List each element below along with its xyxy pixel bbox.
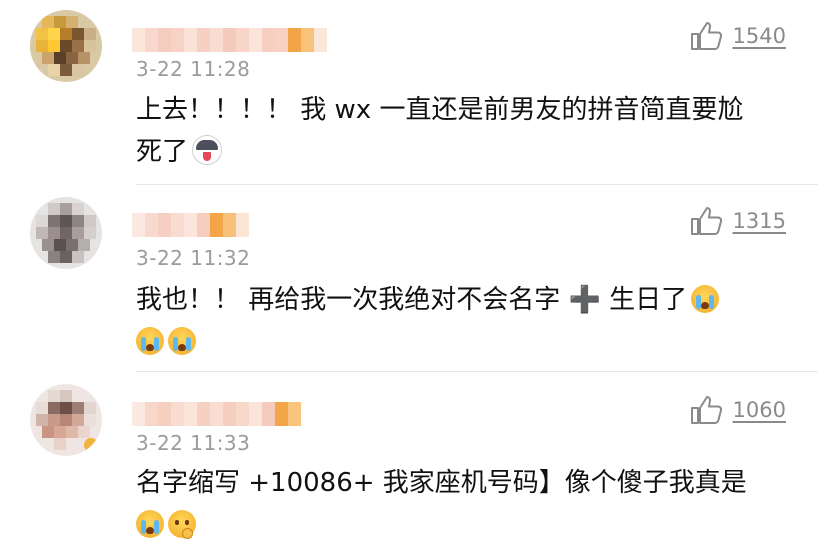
crying-emoji-icon — [691, 285, 720, 313]
crying-emoji-icon — [136, 327, 164, 355]
comment-timestamp: 3-22 11:28 — [136, 57, 251, 81]
avatar[interactable] — [30, 384, 102, 456]
comment-text-line: 生日了 — [609, 285, 688, 315]
like-count: 1540 — [732, 24, 786, 48]
comment-text: 名字缩写 +10086+ 我家座机号码】像个傻子我真是 — [136, 462, 782, 546]
like-count: 1315 — [732, 209, 786, 233]
like-count: 1060 — [732, 398, 786, 422]
username-redacted[interactable] — [132, 402, 301, 426]
username-redacted[interactable] — [132, 213, 249, 237]
avatar[interactable] — [30, 10, 102, 82]
comment-text-line: 上去！！！！ 我 wx 一直还是前男友的拼音简直要尬 — [136, 95, 744, 125]
avatar[interactable] — [30, 197, 102, 269]
comment-text: 我也！！ 再给我一次我绝对不会名字 ➕ 生日了 — [136, 279, 782, 363]
username-redacted[interactable] — [132, 28, 327, 52]
comment-timestamp: 3-22 11:32 — [136, 246, 251, 270]
comment-item: 3-22 11:32 1315 我也！！ 再给我一次我绝对不会名字 ➕ 生日了 — [0, 185, 818, 372]
comment-timestamp: 3-22 11:33 — [136, 431, 251, 455]
comment-text: 上去！！！！ 我 wx 一直还是前男友的拼音简直要尬 死了 — [136, 89, 782, 173]
thumbs-up-icon — [690, 22, 722, 50]
comment-text-line: 我也！！ 再给我一次我绝对不会名字 — [136, 285, 561, 315]
crying-emoji-icon — [136, 510, 164, 538]
comment-text-line: 死了 — [136, 137, 189, 167]
comment-item: 3-22 11:28 1540 上去！！！！ 我 wx 一直还是前男友的拼音简直… — [0, 0, 818, 185]
like-button[interactable]: 1060 — [689, 394, 786, 426]
thumbs-up-icon — [690, 207, 722, 235]
crying-emoji-icon — [168, 327, 196, 355]
comment-text-line: 名字缩写 +10086+ 我家座机号码】像个傻子我真是 — [136, 468, 747, 498]
thinking-emoji-icon — [168, 510, 196, 539]
thumbs-up-icon — [690, 396, 722, 424]
like-button[interactable]: 1315 — [689, 205, 786, 237]
comment-item: 3-22 11:33 1060 名字缩写 +10086+ 我家座机号码】像个傻子… — [0, 372, 818, 552]
like-button[interactable]: 1540 — [689, 20, 786, 52]
husky-emoji-icon — [192, 135, 223, 165]
plus-icon: ➕ — [568, 285, 601, 315]
